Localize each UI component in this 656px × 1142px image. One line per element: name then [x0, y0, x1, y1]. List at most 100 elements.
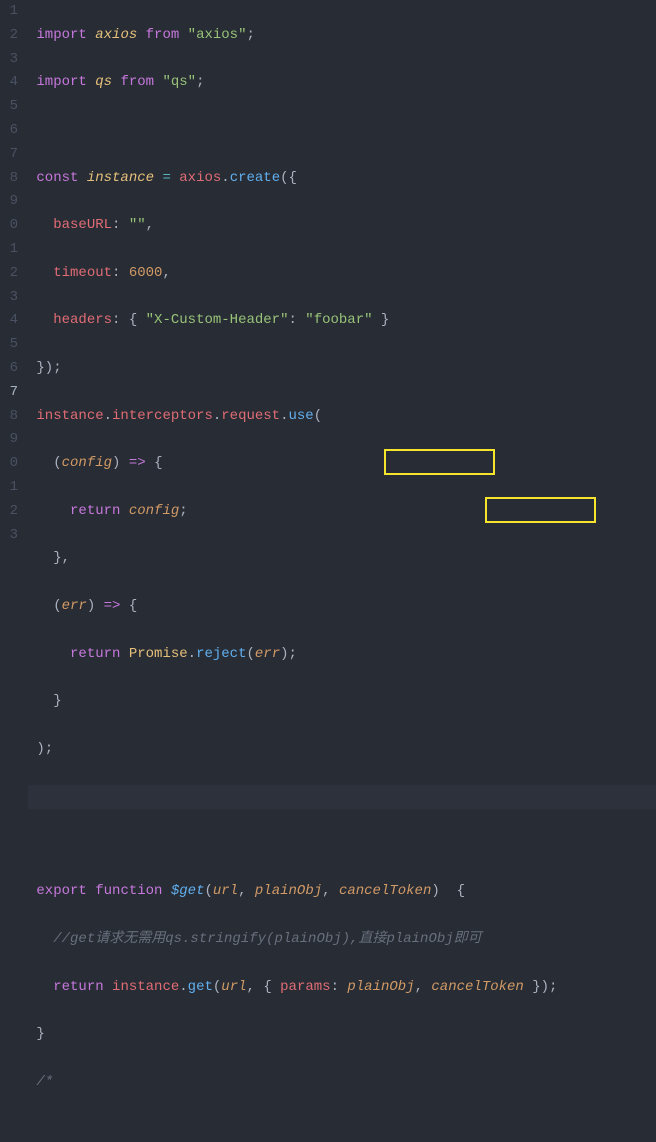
punct: ,: [247, 979, 255, 995]
line-number: 8: [0, 167, 18, 191]
punct: :: [112, 265, 120, 281]
param: err: [62, 598, 87, 614]
function-call: get: [188, 979, 213, 995]
line-number: 6: [0, 119, 18, 143]
cancelToken-arg: cancelToken: [431, 979, 523, 995]
punct: ): [431, 883, 439, 899]
punct: :: [112, 217, 120, 233]
line-number: 0: [0, 214, 18, 238]
string: "": [129, 217, 146, 233]
punct: :: [288, 312, 296, 328]
line-number: 1: [0, 476, 18, 500]
keyword: function: [95, 883, 162, 899]
line-number: 9: [0, 428, 18, 452]
arrow: =>: [129, 455, 146, 471]
punct: }: [381, 312, 389, 328]
identifier: config: [129, 503, 179, 519]
punct: (: [53, 598, 61, 614]
line-number: 0: [0, 452, 18, 476]
code-line: baseURL: "",: [28, 214, 656, 238]
punct: (: [314, 408, 322, 424]
keyword: from: [146, 27, 180, 43]
keyword: from: [120, 74, 154, 90]
punct: });: [532, 979, 557, 995]
code-line: const instance = axios.create({: [28, 167, 656, 191]
function-call: reject: [196, 646, 246, 662]
code-line-current: [28, 785, 656, 809]
punct: (: [213, 979, 221, 995]
property: interceptors: [112, 408, 213, 424]
punct: ({: [280, 170, 297, 186]
punct: {: [154, 455, 162, 471]
punct: ,: [322, 883, 330, 899]
punct: });: [36, 360, 61, 376]
punct: ;: [196, 74, 204, 90]
punct: );: [280, 646, 297, 662]
punct: ): [87, 598, 95, 614]
function-call: create: [230, 170, 280, 186]
param: url: [213, 883, 238, 899]
code-line: [28, 833, 656, 857]
line-number: 3: [0, 286, 18, 310]
line-number: 7: [0, 143, 18, 167]
code-line: timeout: 6000,: [28, 262, 656, 286]
keyword: import: [36, 74, 86, 90]
code-line: return config;: [28, 500, 656, 524]
object: instance: [36, 408, 103, 424]
punct: {: [263, 979, 271, 995]
code-line: //get请求无需用qs.stringify(plainObj),直接plain…: [28, 928, 656, 952]
code-line: (err) => {: [28, 595, 656, 619]
punct: }: [36, 1026, 44, 1042]
punct: {: [129, 312, 137, 328]
punct: );: [36, 741, 53, 757]
line-number: 4: [0, 71, 18, 95]
function-name: $get: [171, 883, 205, 899]
property: baseURL: [53, 217, 112, 233]
line-number: 5: [0, 333, 18, 357]
number: 6000: [129, 265, 163, 281]
code-line: );: [28, 738, 656, 762]
dot: .: [104, 408, 112, 424]
line-number: 8: [0, 405, 18, 429]
punct: }: [53, 693, 61, 709]
code-line: return Promise.reject(err);: [28, 643, 656, 667]
code-line: [28, 119, 656, 143]
arrow: =>: [104, 598, 121, 614]
dot: .: [213, 408, 221, 424]
punct: {: [457, 883, 465, 899]
function-call: use: [288, 408, 313, 424]
identifier: axios: [95, 27, 137, 43]
code-editor[interactable]: 1 2 3 4 5 6 7 8 9 0 1 2 3 4 5 6 7 8 9 0 …: [0, 0, 656, 571]
code-line: return instance.get(url, { params: plain…: [28, 976, 656, 1000]
keyword: return: [70, 503, 120, 519]
code-line: },: [28, 547, 656, 571]
code-line: }: [28, 690, 656, 714]
string: "axios": [188, 27, 247, 43]
param: plainObj: [255, 883, 322, 899]
keyword: return: [53, 979, 103, 995]
keyword: const: [36, 170, 78, 186]
punct: ): [112, 455, 120, 471]
comment: /*: [36, 1074, 53, 1090]
code-line: headers: { "X-Custom-Header": "foobar" }: [28, 309, 656, 333]
string: "qs": [162, 74, 196, 90]
line-number: 3: [0, 48, 18, 72]
dot: .: [188, 646, 196, 662]
punct: ,: [162, 265, 170, 281]
arg: plainObj: [347, 979, 414, 995]
dot: .: [179, 979, 187, 995]
punct: (: [53, 455, 61, 471]
property: params: [280, 979, 330, 995]
code-line: import qs from "qs";: [28, 71, 656, 95]
param: config: [62, 455, 112, 471]
code-line: export function $get(url, plainObj, canc…: [28, 880, 656, 904]
punct: :: [112, 312, 120, 328]
string: "foobar": [305, 312, 372, 328]
punct: ;: [246, 27, 254, 43]
punct: (: [246, 646, 254, 662]
punct: {: [129, 598, 137, 614]
code-area[interactable]: import axios from "axios"; import qs fro…: [28, 0, 656, 571]
operator: =: [162, 170, 170, 186]
line-number: 6: [0, 357, 18, 381]
property: headers: [53, 312, 112, 328]
